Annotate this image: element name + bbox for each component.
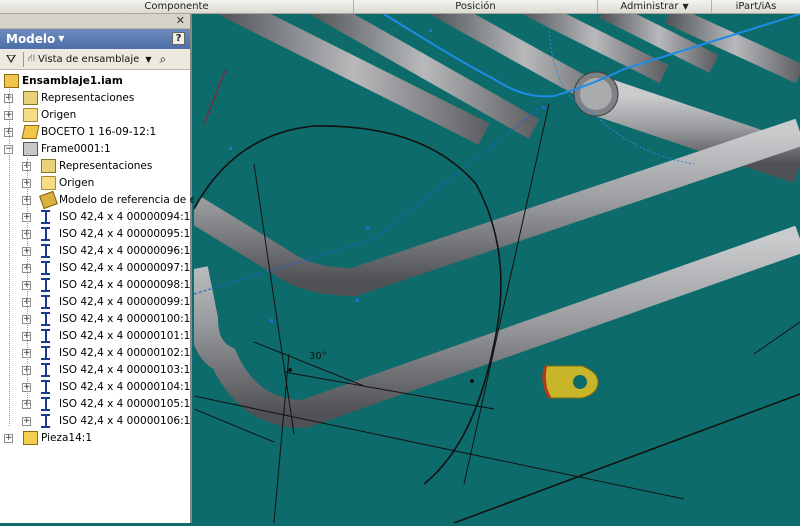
3d-viewport[interactable]: 30° [180, 0, 800, 524]
tab-componente[interactable]: Componente [0, 0, 354, 14]
tree-node[interactable]: + Representaciones [0, 90, 190, 107]
tree-node-label: ISO 42,4 x 4 00000099:1 [59, 296, 191, 308]
tree-node-label: Origen [59, 177, 95, 189]
tree-node-label: ISO 42,4 x 4 00000096:1 [59, 245, 191, 257]
tree-node-label: Representaciones [59, 160, 153, 172]
beam-icon [41, 210, 50, 224]
tree-node[interactable]: + Origen [0, 175, 190, 192]
browser-tree: Ensamblaje1.iam + Representaciones + Origen +… [0, 70, 210, 447]
tree-node[interactable]: + Representaciones [0, 158, 190, 175]
tree-node[interactable]: + ISO 42,4 x 4 00000095:1 [0, 226, 190, 243]
tree-root-assembly[interactable]: Ensamblaje1.iam [0, 73, 190, 90]
filter-icon[interactable]: ⛛ [3, 52, 19, 67]
tree-node[interactable]: + Origen [0, 107, 190, 124]
bracket-part[interactable] [542, 365, 599, 399]
chevron-down-icon: ▼ [682, 2, 689, 11]
chevron-down-icon[interactable]: ▼ [145, 55, 151, 64]
tree-node[interactable]: + BOCETO 1 16-09-12:1 [0, 124, 190, 141]
toolbar-separator [23, 51, 24, 67]
tree-node-label: Frame0001:1 [41, 143, 111, 155]
tree-node[interactable]: + ISO 42,4 x 4 00000102:1 [0, 345, 190, 362]
tree-node-label: ISO 42,4 x 4 00000095:1 [59, 228, 191, 240]
tree-node[interactable]: + ISO 42,4 x 4 00000094:1 [0, 209, 190, 226]
expand-icon[interactable]: + [22, 417, 31, 426]
browser-toolbar: ⛛ ⛙ Vista de ensamblaje ▼ ⌕ [0, 49, 190, 70]
tree-guide-line [27, 153, 28, 408]
tree-node-label: ISO 42,4 x 4 00000100:1 [59, 313, 191, 325]
panel-grip[interactable]: ✕ [0, 14, 190, 29]
tree-node[interactable]: + ISO 42,4 x 4 00000100:1 [0, 311, 190, 328]
help-button[interactable]: ? [172, 32, 185, 45]
beam-icon [41, 227, 50, 241]
tree-node-label: ISO 42,4 x 4 00000102:1 [59, 347, 191, 359]
beam-icon [41, 295, 50, 309]
expand-icon[interactable]: + [4, 434, 13, 443]
tree-node[interactable]: + ISO 42,4 x 4 00000098:1 [0, 277, 190, 294]
tree-node-label: BOCETO 1 16-09-12:1 [41, 126, 157, 138]
tree-node[interactable]: + Pieza14:1 [0, 430, 190, 447]
tab-administrar[interactable]: Administrar ▼ [598, 0, 712, 14]
tree-node-label: Ensamblaje1.iam [22, 75, 123, 87]
beam-icon [41, 380, 50, 394]
tree-node-label: ISO 42,4 x 4 00000094:1 [59, 211, 191, 223]
beam-icon [41, 244, 50, 258]
tree-node-label: Representaciones [41, 92, 135, 104]
beam-icon [41, 278, 50, 292]
part-icon [23, 431, 38, 445]
tree-node-label: ISO 42,4 x 4 00000098:1 [59, 279, 191, 291]
tree-node-label: ISO 42,4 x 4 00000103:1 [59, 364, 191, 376]
tree-node-label: Modelo de referencia de estr [59, 194, 210, 206]
tree-node-label: Pieza14:1 [41, 432, 93, 444]
beam-icon [41, 397, 50, 411]
tree-node[interactable]: + ISO 42,4 x 4 00000105:1 [0, 396, 190, 413]
beam-icon [41, 312, 50, 326]
tree-node-label: ISO 42,4 x 4 00000106:1 [59, 415, 191, 427]
browser-header[interactable]: Modelo ▼ ? [0, 29, 190, 49]
assembly-icon [4, 74, 19, 88]
sketch-icon [21, 125, 40, 139]
frame-icon [23, 142, 38, 156]
tree-node-label: ISO 42,4 x 4 00000101:1 [59, 330, 191, 342]
tree-node[interactable]: + ISO 42,4 x 4 00000104:1 [0, 379, 190, 396]
representations-icon [23, 91, 38, 105]
angle-dimension-label[interactable]: 30° [309, 351, 327, 362]
binoculars-icon[interactable]: ⌕ [159, 52, 166, 67]
tree-node[interactable]: + ISO 42,4 x 4 00000106:1 [0, 413, 190, 430]
beam-icon [41, 414, 50, 428]
browser-title: Modelo [6, 32, 56, 46]
representations-icon [41, 159, 56, 173]
tree-node-label: ISO 42,4 x 4 00000097:1 [59, 262, 191, 274]
tree-node[interactable]: − Frame0001:1 [0, 141, 190, 158]
assembly-view-icon: ⛙ [28, 52, 36, 64]
tree-node-label: ISO 42,4 x 4 00000104:1 [59, 381, 191, 393]
tree-node[interactable]: + ISO 42,4 x 4 00000099:1 [0, 294, 190, 311]
beam-icon [41, 346, 50, 360]
close-icon[interactable]: ✕ [176, 14, 185, 27]
model-browser-panel: ✕ Modelo ▼ ? ⛛ ⛙ Vista de ensamblaje ▼ ⌕ … [0, 14, 210, 523]
tree-node[interactable]: + ISO 42,4 x 4 00000096:1 [0, 243, 190, 260]
tree-node[interactable]: + Modelo de referencia de estr [0, 190, 210, 210]
view-selector-label[interactable]: Vista de ensamblaje [38, 54, 139, 65]
tree-node[interactable]: + ISO 42,4 x 4 00000103:1 [0, 362, 190, 379]
tab-ipart[interactable]: iPart/iAs [712, 0, 800, 14]
folder-icon [41, 176, 56, 190]
tree-node-label: Origen [41, 109, 77, 121]
tree-node[interactable]: + ISO 42,4 x 4 00000097:1 [0, 260, 190, 277]
beam-icon [41, 363, 50, 377]
beam-icon [41, 261, 50, 275]
folder-icon [23, 108, 38, 122]
tree-guide-line [9, 86, 10, 426]
reference-model-icon [39, 190, 58, 210]
tab-posicion[interactable]: Posición [354, 0, 598, 14]
ribbon-tab-strip: Componente Posición Administrar ▼ iPart/i… [0, 0, 800, 14]
tree-node-label: ISO 42,4 x 4 00000105:1 [59, 398, 191, 410]
beam-icon [41, 329, 50, 343]
tree-node[interactable]: + ISO 42,4 x 4 00000101:1 [0, 328, 190, 345]
chevron-down-icon: ▼ [58, 34, 65, 43]
viewport-canvas[interactable]: 30° [180, 0, 800, 524]
